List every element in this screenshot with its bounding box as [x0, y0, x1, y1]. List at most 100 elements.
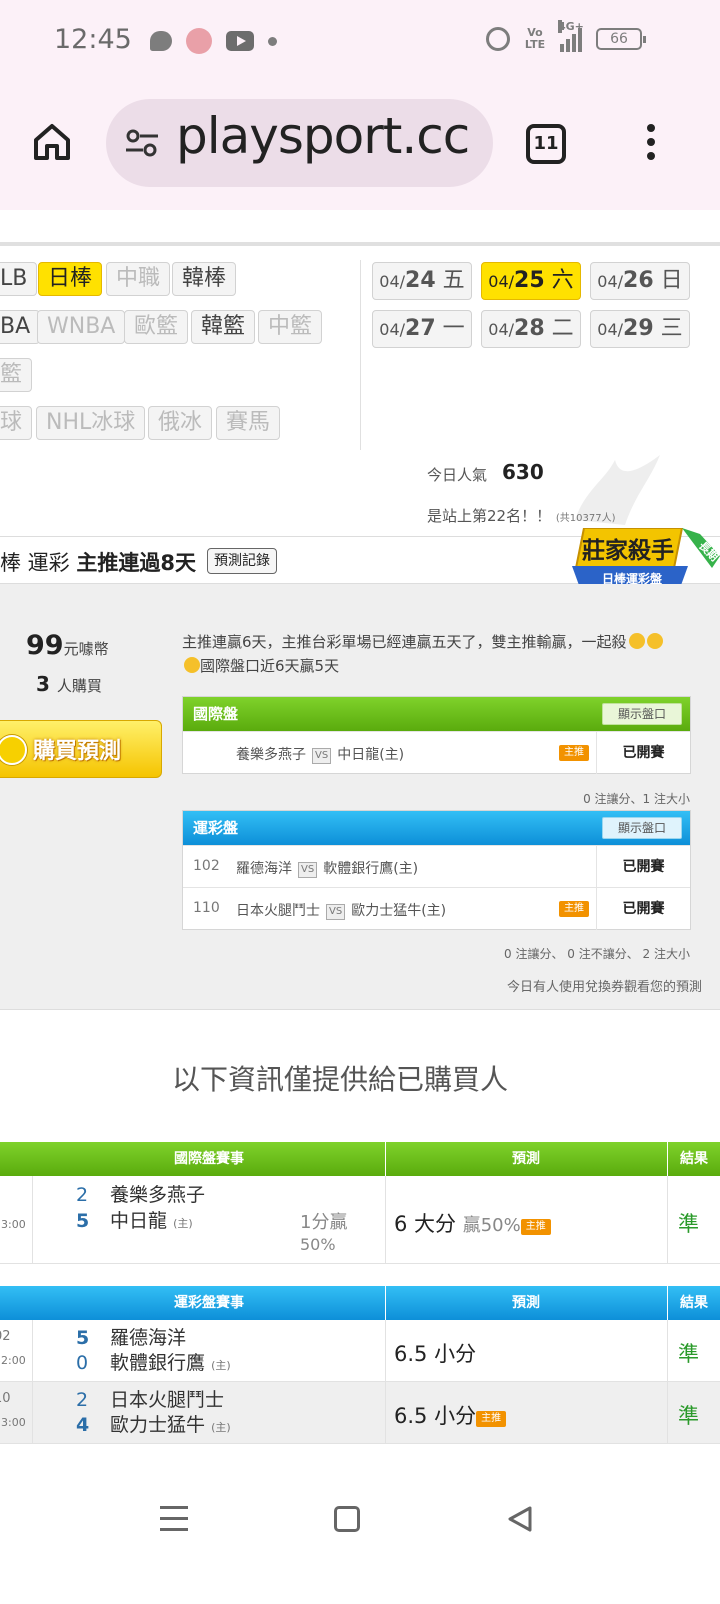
banner-title: 棒 運彩 主推連過8天 [0, 547, 196, 577]
team-home-name: 軟體銀行鷹 [110, 1352, 206, 1374]
date-0428[interactable]: 04/28 二 [481, 310, 581, 348]
description-line2: 國際盤口近6天贏5天 [200, 657, 340, 675]
matchup: 羅德海洋 VS 軟體銀行鷹(主) [236, 858, 418, 878]
sport-kbo[interactable]: 韓棒 [172, 262, 237, 296]
team-away: 羅德海洋 [110, 1327, 187, 1349]
star-eyes-emoji-icon [628, 633, 645, 649]
sport-china-basketball[interactable]: 中籃 [258, 310, 323, 344]
date-weekday: 一 [442, 316, 465, 341]
divider [0, 242, 720, 246]
status-time: 12:45 [54, 24, 132, 55]
system-nav-bar [0, 1450, 720, 1604]
prediction-value: 6 大分 [394, 1212, 457, 1236]
lottery-table-title: 運彩盤 [193, 819, 239, 837]
prediction-value: 6.5 小分 [394, 1342, 477, 1366]
show-lottery-odds-button[interactable]: 顯示盤口 [602, 817, 682, 839]
score-home: 5 [76, 1210, 90, 1232]
header-result: 結果 [680, 1151, 708, 1167]
page-content: LB 日棒 中職 韓棒 BA WNBA 歐籃 韓籃 中籃 籃 球 NHL冰球 俄… [0, 210, 720, 1450]
sport-npb[interactable]: 日棒 [38, 262, 103, 296]
browser-menu-icon[interactable] [640, 124, 662, 166]
date-0429[interactable]: 04/29 三 [590, 310, 690, 348]
signal-icon: 4G+ [558, 20, 584, 52]
matchup: 日本火腿鬥士 VS 歐力士猛牛(主) [236, 900, 446, 920]
score-away: 2 [76, 1184, 89, 1206]
tab-switcher-button[interactable]: 11 [526, 124, 566, 164]
date-weekday: 日 [660, 268, 683, 293]
alarm-icon [486, 27, 510, 51]
home-nav-icon[interactable] [334, 1506, 360, 1532]
date-day: 24 [405, 268, 436, 293]
url-bar[interactable]: playsport.cc [106, 99, 493, 187]
buyer-count-unit: 人購買 [56, 677, 102, 695]
game-time: 12:00 [0, 1354, 26, 1367]
sport-khl[interactable]: 俄冰 [148, 406, 213, 440]
home-mark: (主) [211, 1421, 231, 1434]
header-prediction: 預測 [512, 1295, 540, 1311]
back-icon[interactable] [506, 1505, 534, 1533]
matchup: 養樂多燕子 VS 中日龍(主) [236, 744, 404, 764]
table-row: 養樂多燕子 VS 中日龍(主) 主推 已開賽 [183, 731, 690, 774]
date-0427[interactable]: 04/27 一 [372, 310, 472, 348]
sport-nhl[interactable]: NHL冰球 [36, 406, 146, 440]
show-intl-odds-button[interactable]: 顯示盤口 [602, 703, 682, 725]
sport-cpbl[interactable]: 中職 [106, 262, 171, 296]
home-icon[interactable] [30, 120, 74, 164]
star-eyes-emoji-icon [646, 633, 663, 649]
lottery-results-header: 運彩盤賽事 預測 結果 [0, 1286, 720, 1320]
rank-label: 是站上第22名！！ [427, 507, 552, 525]
buy-prediction-button[interactable]: 購買預測 [0, 720, 162, 778]
lottery-summary: 0 注讓分、 0 注不讓分、 2 注大小 [504, 947, 690, 961]
date-0426[interactable]: 04/26 日 [590, 262, 690, 300]
date-0424[interactable]: 04/24 五 [372, 262, 472, 300]
result-mark: 準 [678, 1212, 699, 1236]
away-team: 日本火腿鬥士 [236, 903, 320, 919]
sport-wnba[interactable]: WNBA [37, 310, 126, 344]
buyer-count-value: 3 [36, 672, 50, 696]
sport-mlb[interactable]: LB [0, 262, 38, 296]
prediction-value: 6.5 小分 [394, 1404, 477, 1428]
vs-icon: VS [298, 862, 318, 878]
prediction-record-button[interactable]: 預測記錄 [207, 548, 277, 574]
rank-text: 是站上第22名！！ (共10377人) [427, 505, 616, 526]
date-0425[interactable]: 04/25 六 [481, 262, 581, 300]
home-team: 軟體銀行鷹(主) [323, 861, 419, 877]
rank-total: (共10377人) [555, 513, 616, 524]
date-day: 29 [623, 316, 654, 341]
sport-horse-racing[interactable]: 賽馬 [216, 406, 281, 440]
game-number: 110 [193, 900, 220, 916]
table-row: 10 13:00 2 4 日本火腿鬥士 歐力士猛牛 (主) 6.5 小分主推 準 [0, 1382, 720, 1444]
odds-percent: 50% [300, 1235, 336, 1254]
intl-results-header: 國際盤賽事 預測 結果 [0, 1142, 720, 1176]
date-month: 04/ [488, 272, 515, 291]
game-number: 10 [0, 1391, 11, 1406]
sport-ball[interactable]: 球 [0, 406, 33, 440]
prediction-win: 贏50% [462, 1215, 521, 1236]
date-day: 25 [514, 268, 545, 293]
intl-table-header: 國際盤 顯示盤口 [183, 697, 690, 731]
date-weekday: 五 [442, 268, 465, 293]
date-weekday: 二 [551, 316, 574, 341]
date-weekday: 六 [551, 268, 574, 293]
sport-euro-basketball[interactable]: 歐籃 [124, 310, 189, 344]
notification-icons [150, 28, 277, 54]
game-time: 13:00 [0, 1416, 26, 1429]
prediction: 6 大分 贏50% 主推 [394, 1208, 551, 1238]
lottery-table-header: 運彩盤 顯示盤口 [183, 811, 690, 845]
site-settings-icon[interactable] [124, 127, 160, 159]
game-number: 102 [193, 858, 220, 874]
date-day: 26 [623, 268, 654, 293]
prediction-panel: 99元噱幣 3 人購買 購買預測 主推連贏6天，主推台彩單場已經連贏五天了，雙主… [0, 584, 720, 1010]
main-pick-tag: 主推 [559, 745, 589, 761]
intl-odds-table: 國際盤 顯示盤口 養樂多燕子 VS 中日龍(主) 主推 已開賽 [182, 696, 691, 774]
sport-korea-basketball[interactable]: 韓籃 [191, 310, 256, 344]
intl-results-table: 國際盤賽事 預測 結果 13:00 2 5 養樂多燕子 中日龍 (主) 1分贏 … [0, 1142, 720, 1264]
main-pick-tag: 主推 [559, 901, 589, 917]
table-row: 102 羅德海洋 VS 軟體銀行鷹(主) 已開賽 [183, 845, 690, 888]
sport-nba[interactable]: BA [0, 310, 41, 344]
team-home: 軟體銀行鷹 (主) [110, 1350, 231, 1379]
recents-icon[interactable] [160, 1506, 188, 1532]
home-team: 中日龍(主) [337, 747, 405, 763]
sport-other-basketball[interactable]: 籃 [0, 358, 33, 392]
score-home: 4 [76, 1414, 90, 1436]
